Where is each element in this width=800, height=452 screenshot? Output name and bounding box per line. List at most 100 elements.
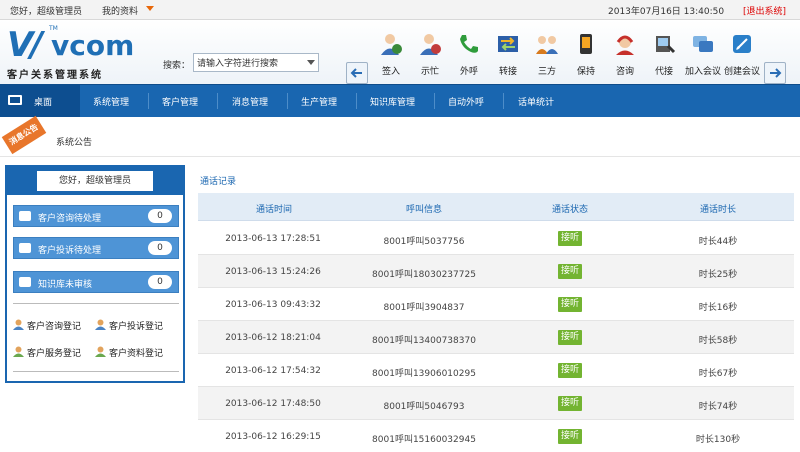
- pending-label: 客户咨询待处理: [38, 214, 102, 224]
- nav-item-call-stats[interactable]: 话单统计: [518, 95, 554, 108]
- nav-item-desktop[interactable]: 桌面: [0, 85, 80, 117]
- status-badge: 接听: [558, 363, 582, 378]
- status-badge: 接听: [558, 297, 582, 312]
- pending-consult-item[interactable]: 客户咨询待处理 0: [13, 205, 179, 227]
- nav-item-customer[interactable]: 客户管理: [162, 95, 198, 108]
- header: V/ TM vcom 客户关系管理系统 搜索： 签入 示忙: [0, 20, 800, 84]
- link-label: 客户服务登记: [27, 349, 82, 359]
- consult-register-link[interactable]: 客户咨询登记: [13, 318, 93, 332]
- pending-label: 知识库未审核: [38, 280, 93, 290]
- announcement-bar: 消息公告 系统公告: [0, 115, 800, 157]
- table-row[interactable]: 2013-06-12 17:48:50 8001呼叫5046793 接听 时长7…: [198, 387, 794, 420]
- conference-icon: [536, 36, 558, 54]
- arrow-right-icon: [770, 68, 782, 78]
- toolbar: 签入 示忙 外呼 转接 三方 保持 咨询 代接 加入会议 创建会议: [372, 30, 762, 84]
- logout-link[interactable]: [退出系统]: [743, 4, 786, 17]
- cell-duration: 时长25秒: [698, 270, 738, 280]
- nav-item-auto-dial[interactable]: 自动外呼: [448, 95, 484, 108]
- table-row[interactable]: 2013-06-13 15:24:26 8001呼叫18030237725 接听…: [198, 255, 794, 288]
- user-icon: [13, 319, 24, 330]
- cell-duration: 时长130秒: [695, 435, 741, 445]
- search-select[interactable]: [193, 53, 319, 72]
- pending-complaint-item[interactable]: 客户投诉待处理 0: [13, 237, 179, 259]
- nav-item-label: 桌面: [34, 98, 53, 108]
- profile-register-link[interactable]: 客户资料登记: [95, 345, 179, 359]
- table-row[interactable]: 2013-06-12 18:21:04 8001呼叫13400738370 接听…: [198, 321, 794, 354]
- status-badge: 接听: [558, 396, 582, 411]
- search-label: 搜索：: [163, 61, 191, 71]
- link-label: 客户资料登记: [109, 349, 164, 359]
- logo-text: vcom: [51, 29, 135, 62]
- document-icon: [19, 277, 31, 287]
- phone-call-icon: [460, 35, 478, 53]
- top-bar: 您好，超级管理员 我的资料 2013年07月16日 13:40:50 [退出系统…: [0, 0, 800, 20]
- nav-divider: [217, 93, 218, 109]
- column-header-duration: 通话时长: [699, 205, 736, 215]
- cell-time: 2013-06-12 18:21:04: [225, 333, 321, 343]
- cell-duration: 时长67秒: [698, 369, 738, 379]
- complaint-register-link[interactable]: 客户投诉登记: [95, 318, 179, 332]
- nav-divider: [287, 93, 288, 109]
- arrow-left-icon: [350, 68, 362, 78]
- unreviewed-knowledge-item[interactable]: 知识库未审核 0: [13, 271, 179, 293]
- nav-divider: [148, 93, 149, 109]
- list-icon: [19, 243, 31, 253]
- cell-time: 2013-06-13 15:24:26: [225, 267, 321, 277]
- column-header-status: 通话状态: [551, 205, 588, 215]
- breadcrumb[interactable]: 通话记录: [200, 174, 236, 187]
- nav-item-system[interactable]: 系统管理: [93, 95, 129, 108]
- hold-icon: [580, 34, 592, 54]
- pickup-icon: [656, 36, 676, 54]
- panel-greeting: 您好，超级管理员: [37, 171, 153, 191]
- create-meeting-icon: [733, 35, 751, 53]
- cell-info: 8001呼叫13400738370: [372, 336, 476, 346]
- status-badge: 接听: [558, 231, 582, 246]
- cell-time: 2013-06-12 17:48:50: [225, 399, 321, 409]
- table-header: 通话时间 呼叫信息 通话状态 通话时长: [198, 193, 794, 221]
- search-input[interactable]: [197, 56, 297, 69]
- chevron-down-icon[interactable]: [307, 60, 315, 65]
- agent-busy-icon: [420, 34, 441, 55]
- pending-count: 0: [148, 275, 172, 289]
- nav-divider: [434, 93, 435, 109]
- cell-time: 2013-06-13 09:43:32: [225, 300, 321, 310]
- tool-create-meeting[interactable]: 创建会议: [723, 30, 761, 84]
- chat-bubble-icon: [19, 211, 31, 221]
- cell-duration: 时长16秒: [698, 303, 738, 313]
- announcement-text[interactable]: 系统公告: [56, 135, 92, 148]
- agent-signin-icon: [381, 34, 402, 55]
- table-row[interactable]: 2013-06-13 09:43:32 8001呼叫3904837 接听 时长1…: [198, 288, 794, 321]
- user-icon: [13, 346, 24, 357]
- link-label: 客户咨询登记: [27, 322, 82, 332]
- logo: V/ TM vcom: [7, 25, 142, 65]
- column-header-time: 通话时间: [255, 205, 292, 215]
- current-datetime: 2013年07月16日 13:40:50: [608, 7, 725, 17]
- cell-duration: 时长74秒: [698, 402, 738, 412]
- transfer-icon: [498, 36, 518, 52]
- panel-divider: [13, 303, 179, 304]
- panel-header: 您好，超级管理员: [7, 167, 183, 195]
- nav-item-message[interactable]: 消息管理: [232, 95, 268, 108]
- nav-item-knowledge[interactable]: 知识库管理: [370, 95, 415, 108]
- cell-duration: 时长58秒: [698, 336, 738, 346]
- monitor-icon: [8, 95, 22, 105]
- cell-info: 8001呼叫15160032945: [372, 435, 476, 445]
- user-icon: [95, 319, 106, 330]
- table-row[interactable]: 2013-06-12 16:29:15 8001呼叫15160032945 接听…: [198, 420, 794, 452]
- user-icon: [95, 346, 106, 357]
- main-nav: 桌面 系统管理 客户管理 消息管理 生产管理 知识库管理 自动外呼 话单统计: [0, 84, 800, 117]
- column-header-info: 呼叫信息: [405, 205, 442, 215]
- status-badge: 接听: [558, 264, 582, 279]
- cell-time: 2013-06-12 17:54:32: [225, 366, 321, 376]
- table-row[interactable]: 2013-06-13 17:28:51 8001呼叫5037756 接听 时长4…: [198, 222, 794, 255]
- status-badge: 接听: [558, 330, 582, 345]
- announcement-ribbon: 消息公告: [1, 115, 47, 155]
- table-row[interactable]: 2013-06-12 17:54:32 8001呼叫13906010295 接听…: [198, 354, 794, 387]
- chevron-down-icon[interactable]: [146, 6, 154, 11]
- headset-icon: [616, 35, 634, 55]
- status-badge: 接听: [558, 429, 582, 444]
- nav-item-production[interactable]: 生产管理: [301, 95, 337, 108]
- my-profile-link[interactable]: 我的资料: [102, 4, 138, 17]
- service-register-link[interactable]: 客户服务登记: [13, 345, 93, 359]
- cell-info: 8001呼叫5037756: [383, 237, 465, 247]
